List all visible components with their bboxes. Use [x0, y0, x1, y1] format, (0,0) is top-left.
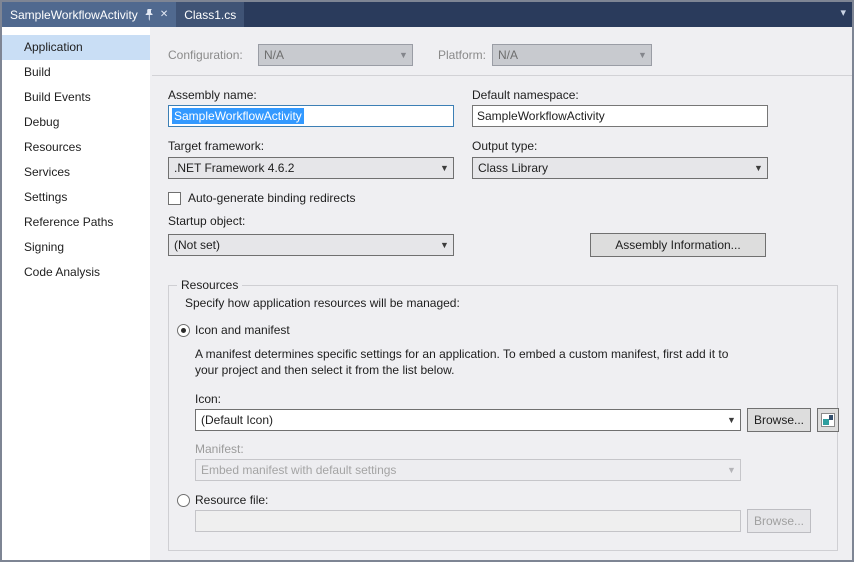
sidebar-item-settings[interactable]: Settings — [2, 185, 150, 210]
startup-object-dropdown[interactable]: (Not set) ▼ — [168, 234, 454, 256]
platform-label: Platform: — [438, 48, 486, 62]
header-separator — [152, 75, 852, 76]
image-icon — [821, 413, 835, 427]
pin-icon[interactable] — [144, 9, 154, 21]
icon-and-manifest-label: Icon and manifest — [195, 323, 290, 337]
platform-value: N/A — [498, 48, 518, 62]
sidebar-item-build-events[interactable]: Build Events — [2, 85, 150, 110]
configuration-label: Configuration: — [168, 48, 243, 62]
sidebar-item-services[interactable]: Services — [2, 160, 150, 185]
sidebar-item-resources[interactable]: Resources — [2, 135, 150, 160]
icon-preview-button[interactable] — [817, 408, 839, 432]
default-namespace-label: Default namespace: — [472, 88, 579, 102]
tab-class1[interactable]: Class1.cs — [176, 2, 244, 27]
resources-group: Resources Specify how application resour… — [168, 285, 838, 551]
default-namespace-input[interactable] — [472, 105, 768, 127]
chevron-down-icon: ▼ — [723, 465, 740, 475]
close-icon[interactable]: ✕ — [160, 9, 168, 20]
manifest-value: Embed manifest with default settings — [201, 463, 396, 477]
target-framework-dropdown[interactable]: .NET Framework 4.6.2 ▼ — [168, 157, 454, 179]
configuration-dropdown: N/A ▼ — [258, 44, 413, 66]
resource-file-input — [195, 510, 741, 532]
chevron-down-icon: ▼ — [436, 163, 453, 173]
tab-label: SampleWorkflowActivity — [10, 8, 138, 22]
output-type-value: Class Library — [478, 161, 548, 175]
sidebar-item-code-analysis[interactable]: Code Analysis — [2, 260, 150, 285]
manifest-dropdown: Embed manifest with default settings ▼ — [195, 459, 741, 481]
manifest-help-text: A manifest determines specific settings … — [195, 346, 747, 378]
resource-file-label: Resource file: — [195, 493, 268, 507]
chevron-down-icon: ▼ — [395, 50, 412, 60]
output-type-dropdown[interactable]: Class Library ▼ — [472, 157, 768, 179]
document-tab-bar: SampleWorkflowActivity ✕ Class1.cs ▾ — [2, 2, 852, 27]
resources-description: Specify how application resources will b… — [185, 296, 460, 310]
sidebar-item-debug[interactable]: Debug — [2, 110, 150, 135]
tab-list-chevron-icon[interactable]: ▾ — [840, 6, 846, 19]
sidebar-item-build[interactable]: Build — [2, 60, 150, 85]
chevron-down-icon: ▼ — [436, 240, 453, 250]
manifest-label: Manifest: — [195, 442, 244, 456]
auto-generate-binding-redirects-label: Auto-generate binding redirects — [188, 191, 355, 205]
chevron-down-icon: ▼ — [634, 50, 651, 60]
assembly-name-label: Assembly name: — [168, 88, 257, 102]
chevron-down-icon: ▼ — [723, 415, 740, 425]
resources-group-title: Resources — [177, 278, 242, 292]
output-type-label: Output type: — [472, 139, 537, 153]
platform-dropdown: N/A ▼ — [492, 44, 652, 66]
tab-label: Class1.cs — [184, 8, 236, 22]
icon-browse-button[interactable]: Browse... — [747, 408, 811, 432]
assembly-information-button[interactable]: Assembly Information... — [590, 233, 766, 257]
sidebar-item-reference-paths[interactable]: Reference Paths — [2, 210, 150, 235]
assembly-name-selected-text: SampleWorkflowActivity — [172, 108, 304, 124]
target-framework-value: .NET Framework 4.6.2 — [174, 161, 294, 175]
resource-file-browse-button: Browse... — [747, 509, 811, 533]
assembly-name-input[interactable]: SampleWorkflowActivity — [168, 105, 454, 127]
icon-label: Icon: — [195, 392, 221, 406]
sidebar: Application Build Build Events Debug Res… — [2, 27, 150, 560]
startup-object-value: (Not set) — [174, 238, 220, 252]
icon-value: (Default Icon) — [201, 413, 273, 427]
resource-file-radio[interactable] — [177, 494, 190, 507]
tab-sampleworkflowactivity[interactable]: SampleWorkflowActivity ✕ — [2, 2, 176, 27]
auto-generate-binding-redirects-checkbox[interactable] — [168, 192, 181, 205]
project-properties-window: SampleWorkflowActivity ✕ Class1.cs ▾ App… — [0, 0, 854, 562]
icon-dropdown[interactable]: (Default Icon) ▼ — [195, 409, 741, 431]
sidebar-item-application[interactable]: Application — [2, 35, 150, 60]
startup-object-label: Startup object: — [168, 214, 245, 228]
configuration-value: N/A — [264, 48, 284, 62]
icon-and-manifest-radio[interactable] — [177, 324, 190, 337]
target-framework-label: Target framework: — [168, 139, 264, 153]
chevron-down-icon: ▼ — [750, 163, 767, 173]
sidebar-item-signing[interactable]: Signing — [2, 235, 150, 260]
